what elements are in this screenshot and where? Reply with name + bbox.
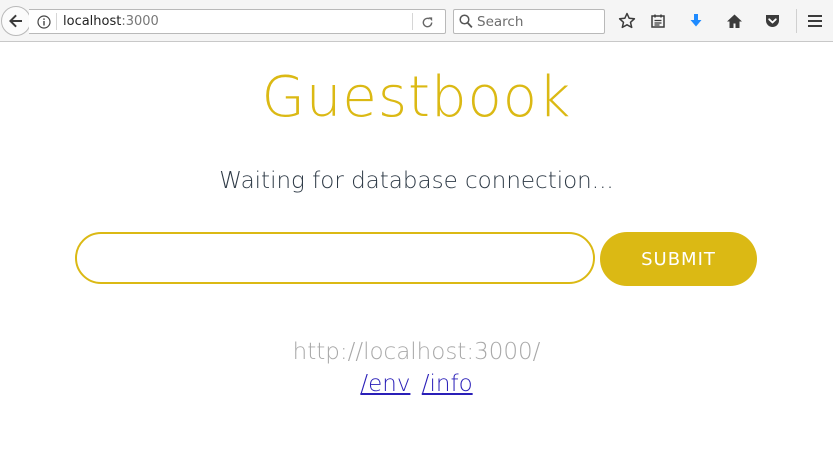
hamburger-menu-icon	[808, 15, 822, 27]
guestbook-entry-input[interactable]	[75, 232, 595, 284]
search-bar[interactable]: Search	[453, 9, 605, 34]
url-port: :3000	[121, 14, 159, 29]
url-host: localhost	[63, 14, 122, 29]
env-link[interactable]: /env	[360, 371, 410, 397]
pocket-icon	[765, 15, 779, 27]
info-link[interactable]: /info	[422, 371, 473, 397]
page-title: Guestbook	[261, 65, 572, 130]
url-bar[interactable]: localhost:3000	[29, 9, 446, 34]
toolbar-separator	[796, 9, 797, 33]
home-button[interactable]	[724, 11, 744, 31]
search-icon	[459, 14, 473, 29]
url-separator	[56, 13, 57, 30]
browser-toolbar: localhost:3000 Search	[0, 0, 833, 42]
menu-button[interactable]	[805, 11, 825, 31]
library-button[interactable]	[648, 11, 668, 31]
pocket-button[interactable]	[762, 11, 782, 31]
status-message: Waiting for database connection...	[219, 168, 614, 194]
star-icon	[618, 12, 636, 29]
download-arrow-icon	[690, 14, 702, 27]
links-row: /env /info	[0, 370, 833, 398]
page-content: Guestbook Waiting for database connectio…	[0, 42, 833, 455]
reload-icon	[422, 16, 432, 27]
home-icon	[726, 14, 742, 28]
url-end-separator	[412, 13, 413, 30]
search-placeholder: Search	[477, 14, 524, 30]
downloads-button[interactable]	[686, 11, 706, 31]
submit-button[interactable]: SUBMIT	[600, 232, 757, 286]
back-button[interactable]	[1, 6, 31, 36]
info-icon[interactable]	[37, 15, 51, 29]
reload-button[interactable]	[417, 13, 437, 31]
guestbook-form: SUBMIT	[0, 232, 833, 286]
host-url: http://localhost:3000/	[292, 339, 541, 365]
bookmarks-list-icon	[651, 14, 665, 28]
url-text[interactable]: localhost:3000	[63, 14, 159, 29]
back-arrow-icon	[9, 14, 22, 28]
bookmark-button[interactable]	[617, 11, 637, 31]
